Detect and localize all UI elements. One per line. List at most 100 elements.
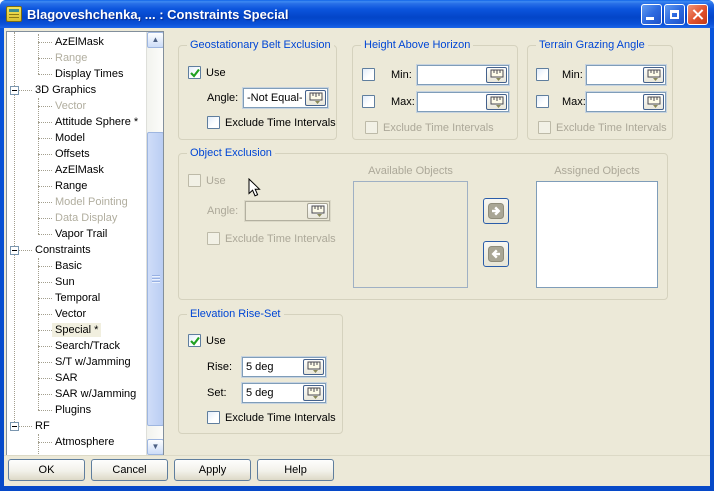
window-title: Blagoveshchenka, ... : Constraints Speci… [27,7,641,22]
max-input[interactable] [587,96,643,108]
tree-item[interactable]: Basic [7,258,146,274]
set-label: Set: [207,386,227,400]
tree-item[interactable]: SAR w/Jamming [7,386,146,402]
tree-item[interactable]: Constraints [7,242,146,258]
exclude-time-intervals-label: Exclude Time Intervals [383,121,494,135]
scroll-down-icon[interactable]: ▼ [147,439,164,455]
assigned-objects-label: Assigned Objects [536,164,658,178]
min-label: Min: [391,68,412,82]
ruler-units-icon[interactable] [643,94,664,110]
max-input[interactable] [418,96,486,108]
ruler-units-icon[interactable] [303,359,324,375]
tree-item[interactable]: AzElMask [7,162,146,178]
unassign-button [483,241,509,267]
angle-field [245,201,330,221]
max-checkbox[interactable] [362,95,375,108]
ruler-units-icon[interactable] [486,67,507,83]
ruler-units-icon[interactable] [305,90,326,106]
rise-input[interactable] [243,361,303,373]
use-label: Use [206,174,226,188]
tree-item-selected[interactable]: Special * [7,322,146,338]
tree-item[interactable]: Attitude Sphere * [7,114,146,130]
min-field[interactable] [417,65,509,85]
group-title: Terrain Grazing Angle [536,39,648,51]
min-checkbox[interactable] [536,68,549,81]
tree-item[interactable]: AzElMask [7,34,146,50]
minimize-icon [646,17,654,20]
tree-item[interactable]: RF [7,418,146,434]
tree-item[interactable]: Model [7,130,146,146]
ok-button[interactable]: OK [8,459,85,481]
group-title: Object Exclusion [187,147,275,159]
collapse-minus-icon[interactable] [10,86,19,95]
footer-divider [4,455,710,456]
tree-item[interactable]: Display Times [7,66,146,82]
help-button[interactable]: Help [257,459,334,481]
max-field[interactable] [417,92,509,112]
tree-item[interactable]: Offsets [7,146,146,162]
assigned-objects-list[interactable] [536,181,658,288]
ruler-units-icon[interactable] [303,385,324,401]
tree-item[interactable]: SAR [7,370,146,386]
use-checkbox[interactable] [188,66,201,79]
exclude-time-intervals-label: Exclude Time Intervals [556,121,667,135]
cancel-button[interactable]: Cancel [91,459,168,481]
min-field[interactable] [586,65,666,85]
angle-label: Angle: [207,91,238,105]
group-title: Height Above Horizon [361,39,473,51]
tree-item[interactable]: Range [7,178,146,194]
tree-item: Data Display [7,210,146,226]
tree-item[interactable]: Atmosphere [7,434,146,450]
collapse-minus-icon[interactable] [10,422,19,431]
tree-item[interactable]: Sun [7,274,146,290]
arrow-left-icon [488,246,504,262]
exclude-time-intervals-checkbox [538,121,551,134]
set-input[interactable] [243,387,303,399]
ruler-units-icon[interactable] [643,67,664,83]
min-input[interactable] [587,69,643,81]
maximize-button[interactable] [664,4,685,25]
rise-field[interactable] [242,357,326,377]
rise-label: Rise: [207,360,232,374]
group-object-exclusion: Object Exclusion Use Angle: Exclude Time… [178,153,668,300]
dialog-window: Blagoveshchenka, ... : Constraints Speci… [0,0,714,491]
maximize-icon [670,10,679,19]
use-label: Use [206,334,226,348]
exclude-time-intervals-checkbox [207,232,220,245]
scrollbar-thumb[interactable] [147,132,164,426]
tree-item[interactable]: Vapor Trail [7,226,146,242]
apply-button[interactable]: Apply [174,459,251,481]
tree-item[interactable]: S/T w/Jamming [7,354,146,370]
max-checkbox[interactable] [536,95,549,108]
min-input[interactable] [418,69,486,81]
exclude-time-intervals-checkbox[interactable] [207,411,220,424]
tree-item[interactable]: Vector [7,306,146,322]
close-button[interactable] [687,4,708,25]
angle-label: Angle: [207,204,238,218]
collapse-minus-icon[interactable] [10,246,19,255]
tree-scrollbar[interactable]: ▲ ▼ [146,32,163,455]
min-checkbox[interactable] [362,68,375,81]
assign-button [483,198,509,224]
angle-input[interactable] [244,92,305,104]
max-label: Max: [562,95,586,109]
tree-item: Range [7,50,146,66]
dialog-client-area: AzElMask Range Display Times 3D Graphics… [4,28,710,486]
tree-item[interactable]: 3D Graphics [7,82,146,98]
set-field[interactable] [242,383,326,403]
exclude-time-intervals-checkbox[interactable] [207,116,220,129]
exclude-time-intervals-label: Exclude Time Intervals [225,116,336,130]
ruler-units-icon[interactable] [486,94,507,110]
ruler-units-icon [307,203,328,219]
minimize-button[interactable] [641,4,662,25]
tree-item[interactable]: Temporal [7,290,146,306]
max-field[interactable] [586,92,666,112]
angle-field[interactable] [243,88,328,108]
scroll-up-icon[interactable]: ▲ [147,32,164,48]
tree-item[interactable]: Search/Track [7,338,146,354]
use-checkbox[interactable] [188,334,201,347]
group-title: Elevation Rise-Set [187,308,284,320]
angle-input [246,205,307,217]
tree-item[interactable]: Plugins [7,402,146,418]
footer-button-bar: OK Cancel Apply Help [8,459,334,481]
